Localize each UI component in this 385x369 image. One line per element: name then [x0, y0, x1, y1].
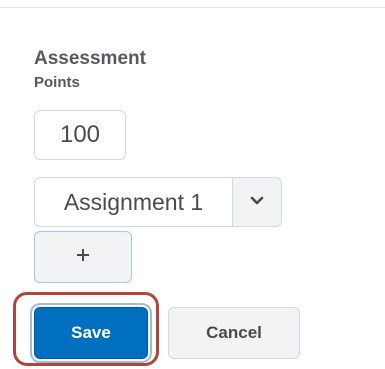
assessment-heading: Assessment	[34, 48, 146, 69]
section-divider	[0, 7, 385, 8]
save-button[interactable]: Save	[34, 307, 148, 359]
plus-icon	[75, 247, 91, 268]
points-input[interactable]	[34, 110, 126, 160]
assignment-select-toggle[interactable]	[233, 178, 281, 226]
assignment-select[interactable]: Assignment 1	[34, 177, 282, 227]
add-button[interactable]	[34, 231, 132, 283]
assignment-select-value: Assignment 1	[35, 178, 233, 226]
chevron-down-icon	[250, 193, 264, 211]
cancel-button[interactable]: Cancel	[168, 307, 300, 359]
points-label: Points	[34, 74, 80, 91]
